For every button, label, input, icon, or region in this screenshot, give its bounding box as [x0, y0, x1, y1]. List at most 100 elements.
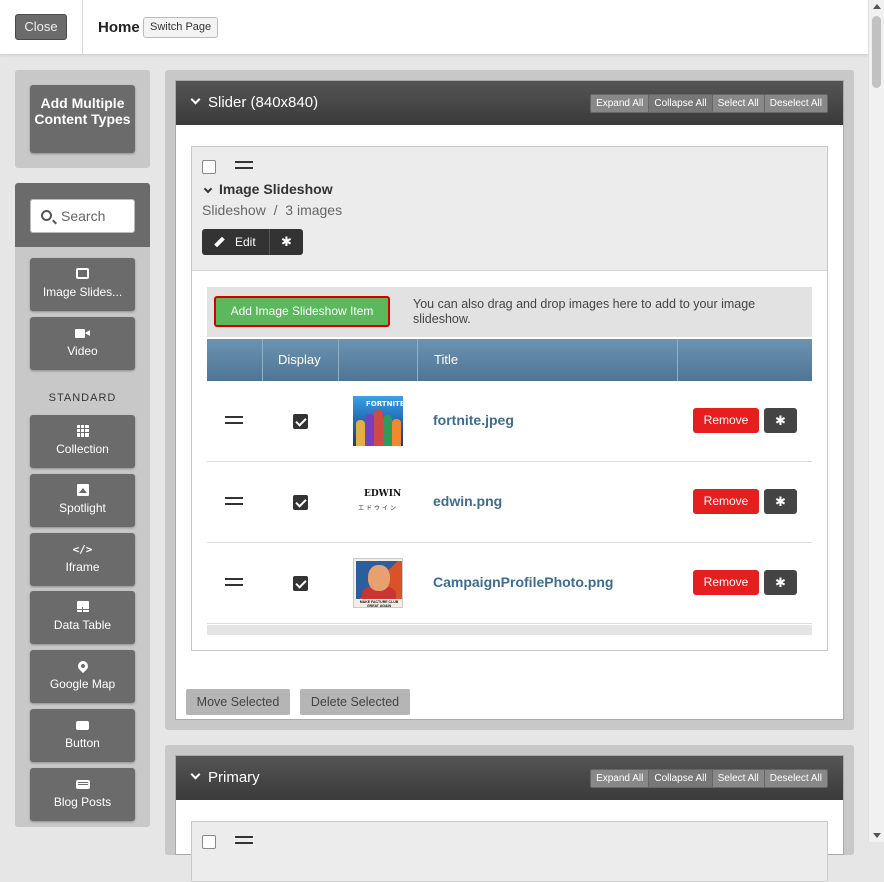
remove-button[interactable]: Remove [693, 570, 759, 595]
divider [82, 0, 83, 55]
file-name-link[interactable]: fortnite.jpeg [433, 412, 514, 428]
switch-page-button[interactable]: Switch Page [143, 17, 219, 38]
file-name-link[interactable]: edwin.png [433, 493, 502, 509]
sidebar-item-spotlight[interactable]: Spotlight [30, 474, 135, 527]
remove-button[interactable]: Remove [693, 489, 759, 514]
delete-selected-button[interactable]: Delete Selected [300, 689, 410, 715]
collapse-all-button[interactable]: Collapse All [648, 769, 712, 788]
button-icon [30, 719, 135, 733]
sidebar-item-blog-posts[interactable]: Blog Posts [30, 768, 135, 821]
display-checkbox[interactable] [293, 495, 308, 510]
drag-handle-icon[interactable] [225, 497, 243, 505]
picture-icon [30, 484, 135, 498]
sidebar-item-collection[interactable]: Collection [30, 415, 135, 468]
add-image-slideshow-item-button[interactable]: Add Image Slideshow Item [214, 296, 390, 327]
close-button[interactable]: Close [15, 14, 67, 40]
code-icon: </> [72, 543, 93, 556]
sidebar-item-label: Spotlight [59, 501, 106, 515]
grid-icon [30, 425, 135, 439]
subtitle-separator: / [273, 202, 278, 218]
top-bar: Close Home Switch Page [0, 0, 868, 55]
section-title[interactable]: Slider (840x840) [208, 94, 318, 111]
deselect-all-button[interactable]: Deselect All [763, 769, 828, 788]
page-title: Home [98, 19, 140, 36]
search-icon [41, 210, 52, 221]
gear-icon[interactable]: ✱ [764, 408, 797, 433]
table-icon [30, 601, 135, 615]
sidebar-item-label: Iframe [65, 560, 100, 574]
sidebar-item-label: Button [65, 736, 100, 750]
sidebar-search-area: Search [15, 183, 150, 247]
content-block [191, 821, 828, 882]
gear-icon[interactable]: ✱ [269, 229, 303, 255]
sidebar-item-video[interactable]: Video [30, 317, 135, 370]
edit-button-group: Edit ✱ [202, 229, 303, 255]
thumbnail-logo-text: FORTNITE [366, 400, 403, 408]
sidebar-item-image-slideshow[interactable]: Image Slides... [30, 258, 135, 311]
edit-button[interactable]: Edit [202, 229, 269, 255]
block-subtitle: Slideshow / 3 images [202, 202, 342, 218]
image-icon [30, 268, 135, 282]
sidebar-item-label: Image Slides... [42, 285, 123, 299]
block-type: Slideshow [202, 202, 266, 218]
sidebar-item-google-map[interactable]: Google Map [30, 650, 135, 703]
sidebar-item-label: Video [67, 344, 98, 358]
chevron-down-icon[interactable] [190, 94, 201, 105]
sidebar-item-label: Blog Posts [53, 795, 112, 809]
select-all-button[interactable]: Select All [711, 94, 764, 113]
section-header: Slider (840x840) Expand All Collapse All… [176, 81, 843, 125]
move-selected-button[interactable]: Move Selected [186, 689, 290, 715]
block-title: Image Slideshow [219, 181, 333, 197]
page-scrollbar[interactable] [868, 0, 884, 842]
add-multiple-content-types-button[interactable]: Add Multiple Content Types [30, 85, 135, 153]
sidebar-item-button[interactable]: Button [30, 709, 135, 762]
section-header: Primary Expand All Collapse All Select A… [176, 756, 843, 800]
expand-all-button[interactable]: Expand All [590, 94, 649, 113]
image-count: 3 images [285, 202, 343, 218]
sidebar-item-iframe[interactable]: </> Iframe [30, 533, 135, 586]
section-title[interactable]: Primary [208, 769, 260, 786]
block-header [192, 822, 827, 882]
sidebar-item-label: Collection [56, 442, 109, 456]
sidebar-item-label: Google Map [49, 677, 116, 691]
pencil-icon [214, 236, 225, 248]
collapse-all-button[interactable]: Collapse All [648, 94, 712, 113]
gear-icon[interactable]: ✱ [764, 570, 797, 595]
thumbnail-logo-subtext: エドウイン [358, 506, 399, 512]
gear-icon[interactable]: ✱ [764, 489, 797, 514]
block-header: Image Slideshow Slideshow / 3 images Edi… [192, 147, 827, 271]
sidebar-content-types: Search Image Slides... Video STANDARD Co… [15, 183, 150, 827]
thumbnail-image: MAKE FACTURE CLUB GREAT AGAIN [353, 558, 403, 608]
map-pin-icon [30, 658, 135, 674]
display-checkbox[interactable] [293, 414, 308, 429]
drag-handle-icon[interactable] [225, 578, 243, 586]
expand-all-button[interactable]: Expand All [590, 769, 649, 788]
remove-button[interactable]: Remove [693, 408, 759, 433]
sidebar-item-data-table[interactable]: Data Table [30, 591, 135, 644]
block-select-checkbox[interactable] [202, 160, 216, 174]
scroll-down-arrow-icon[interactable] [873, 833, 881, 838]
scroll-up-arrow-icon[interactable] [873, 4, 881, 9]
display-checkbox[interactable] [293, 576, 308, 591]
sidebar-item-label: Data Table [53, 618, 112, 632]
thumbnail-caption: MAKE FACTURE CLUB GREAT AGAIN [359, 600, 399, 608]
column-title: Title [434, 352, 459, 367]
section-slider: Slider (840x840) Expand All Collapse All… [165, 70, 854, 730]
drag-handle-icon[interactable] [225, 416, 243, 424]
select-all-button[interactable]: Select All [711, 769, 764, 788]
scrollbar-thumb[interactable] [872, 16, 881, 88]
drag-handle-icon[interactable] [235, 836, 253, 844]
deselect-all-button[interactable]: Deselect All [763, 94, 828, 113]
file-name-link[interactable]: CampaignProfilePhoto.png [433, 574, 613, 590]
chevron-down-icon[interactable] [190, 769, 201, 780]
thumbnail-image: EDWIN エドウイン [353, 477, 403, 527]
section-slider-panel: Slider (840x840) Expand All Collapse All… [175, 80, 844, 720]
drag-handle-icon[interactable] [235, 161, 253, 169]
sidebar-top-panel: Add Multiple Content Types [15, 70, 150, 168]
keyboard-icon [30, 778, 135, 792]
video-icon [30, 327, 135, 341]
table-footer [207, 625, 812, 635]
block-select-checkbox[interactable] [202, 835, 216, 849]
search-input[interactable]: Search [30, 199, 135, 233]
chevron-down-icon[interactable] [203, 184, 213, 194]
